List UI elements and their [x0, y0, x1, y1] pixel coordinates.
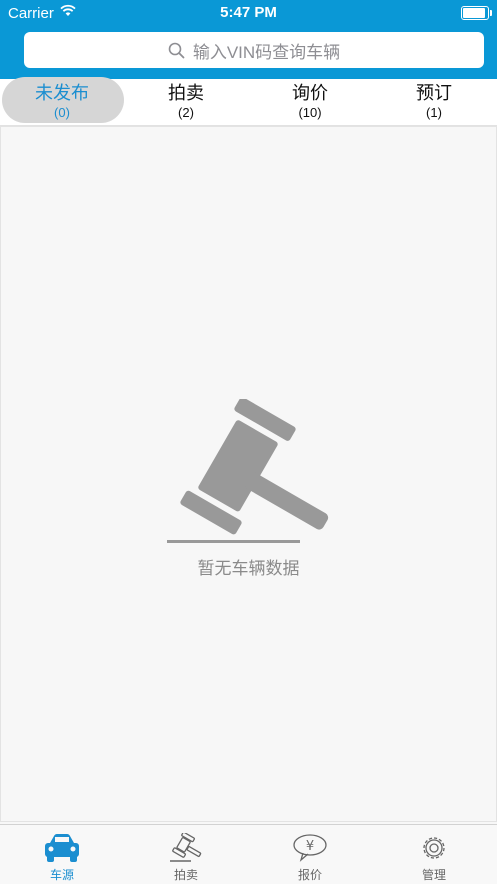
- bottom-tab-bar: 车源 拍卖 ¥ 报价 管理: [0, 824, 497, 884]
- vehicle-list-area[interactable]: 暂无车辆数据: [0, 126, 497, 822]
- gavel-icon: [170, 833, 202, 862]
- tab-label: 未发布: [35, 83, 89, 103]
- empty-state-message: 暂无车辆数据: [197, 559, 300, 578]
- tabbar-item-auction[interactable]: 拍卖: [124, 825, 248, 884]
- tab-count: (10): [298, 105, 322, 120]
- battery-icon: [461, 6, 492, 20]
- gear-icon: [423, 837, 445, 859]
- tab-count: (0): [54, 105, 70, 120]
- tabbar-label: 拍卖: [173, 868, 198, 882]
- tabbar-label: 管理: [421, 868, 446, 882]
- svg-text:¥: ¥: [306, 839, 314, 854]
- tab-unpublished[interactable]: 未发布 (0): [0, 77, 124, 125]
- tab-inquiry[interactable]: 询价 (10): [248, 79, 372, 125]
- tab-label: 询价: [292, 83, 328, 103]
- tabbar-item-manage[interactable]: 管理: [372, 825, 496, 884]
- car-icon: [45, 834, 79, 862]
- tab-label: 拍卖: [168, 83, 204, 103]
- status-bar: Carrier 5:47 PM: [0, 0, 497, 26]
- tabbar-label: 车源: [49, 868, 74, 882]
- tabbar-item-vehicles[interactable]: 车源: [0, 825, 124, 884]
- vin-search-input[interactable]: 输入VIN码查询车辆: [24, 32, 484, 68]
- gavel-icon: [165, 397, 335, 550]
- search-placeholder: 输入VIN码查询车辆: [192, 42, 341, 62]
- yen-bubble-icon: ¥: [293, 834, 327, 862]
- tabbar-item-quote[interactable]: ¥ 报价: [248, 825, 372, 884]
- app-header: Carrier 5:47 PM 输入VIN码查询车辆: [0, 0, 497, 79]
- tab-label: 预订: [416, 83, 452, 103]
- search-icon: [168, 42, 185, 58]
- tab-count: (2): [178, 105, 194, 120]
- status-time: 5:47 PM: [220, 4, 277, 21]
- tab-count: (1): [426, 105, 442, 120]
- status-tabs: 未发布 (0) 拍卖 (2) 询价 (10) 预订 (1): [0, 77, 497, 126]
- tab-reservation[interactable]: 预订 (1): [372, 79, 496, 125]
- tab-auction[interactable]: 拍卖 (2): [124, 79, 248, 125]
- tabbar-label: 报价: [297, 868, 322, 882]
